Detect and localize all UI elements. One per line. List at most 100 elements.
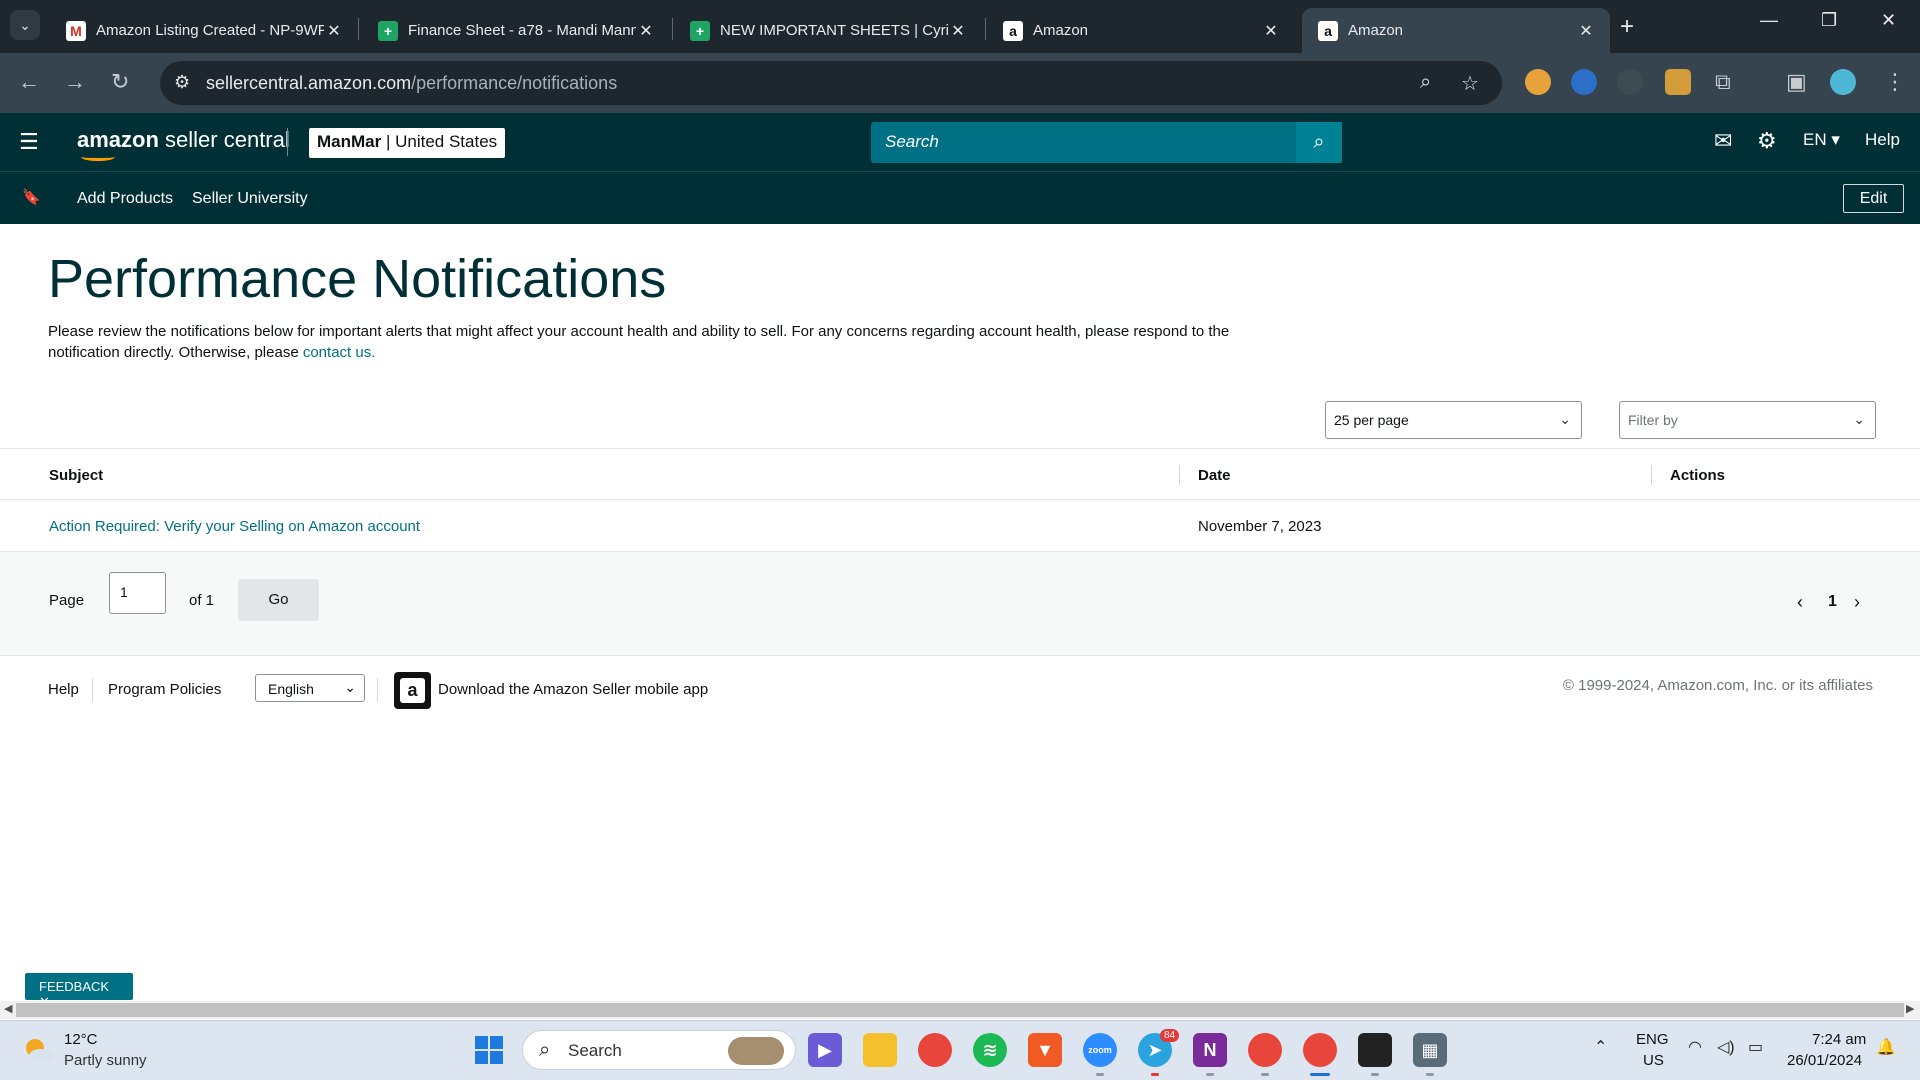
seller-central-logo[interactable]: amazon seller central <box>77 127 290 161</box>
gmail-icon: M <box>66 20 86 41</box>
chevron-right-icon[interactable]: › <box>1854 592 1860 613</box>
input-language[interactable]: ENG <box>1636 1031 1669 1048</box>
store-selector[interactable]: ManMar | United States <box>309 128 506 158</box>
add-products-link[interactable]: Add Products <box>77 190 173 208</box>
back-icon[interactable]: ← <box>18 69 40 95</box>
program-policies-link[interactable]: Program Policies <box>108 681 221 698</box>
site-info-icon[interactable]: ⚙ <box>174 72 190 93</box>
amazon-app-icon[interactable]: a <box>394 672 431 709</box>
help-link[interactable]: Help <box>1865 130 1900 150</box>
taskbar-search[interactable]: ⌕ Search <box>522 1030 796 1070</box>
weather-temp[interactable]: 12°C <box>64 1031 98 1048</box>
profile-avatar[interactable] <box>1830 69 1856 95</box>
sticky-notes-icon[interactable] <box>1358 1033 1392 1067</box>
chrome-profile-icon[interactable] <box>1303 1033 1337 1067</box>
teams-chat-icon[interactable]: ▶ <box>808 1033 842 1067</box>
browser-tab-active[interactable]: a Amazon ✕ <box>1302 8 1610 53</box>
language-selector[interactable]: EN ▾ <box>1803 130 1840 150</box>
address-bar[interactable]: ⚙ sellercentral.amazon.com/performance/n… <box>160 61 1502 105</box>
search-icon[interactable]: ⌕ <box>1296 122 1342 163</box>
contact-us-link[interactable]: contact us. <box>303 344 376 361</box>
tab-close-icon[interactable]: ✕ <box>1576 21 1596 41</box>
horizontal-scrollbar[interactable]: ◀ ▶ <box>0 1001 1920 1019</box>
chevron-up-icon[interactable]: ⌃ <box>1594 1037 1607 1057</box>
scroll-right-icon[interactable]: ▶ <box>1906 1002 1914 1015</box>
edit-bookmarks-button[interactable]: Edit <box>1843 184 1904 213</box>
onenote-icon[interactable]: N <box>1193 1033 1227 1067</box>
taskbar-search-label: Search <box>568 1041 622 1060</box>
extension-icon[interactable] <box>1665 69 1691 95</box>
tab-close-icon[interactable]: ✕ <box>1261 21 1281 41</box>
footer-help-link[interactable]: Help <box>48 681 79 698</box>
logo-rest: seller central <box>158 127 290 152</box>
extension-icon[interactable] <box>1617 69 1643 95</box>
seller-university-link[interactable]: Seller University <box>192 190 308 208</box>
partly-sunny-icon[interactable] <box>22 1035 54 1065</box>
column-subject[interactable]: Subject <box>49 467 103 484</box>
browser-tab[interactable]: M Amazon Listing Created - NP-9WP ✕ <box>50 8 358 53</box>
weather-desc[interactable]: Partly sunny <box>64 1052 147 1069</box>
extension-icon[interactable] <box>1525 69 1551 95</box>
tab-close-icon[interactable]: ✕ <box>636 21 656 41</box>
tab-close-icon[interactable]: ✕ <box>324 21 344 41</box>
current-page[interactable]: 1 <box>1828 593 1837 611</box>
battery-icon[interactable]: ▭ <box>1748 1037 1763 1057</box>
per-page-select[interactable]: 25 per page ⌄ <box>1325 401 1582 439</box>
window-close-icon[interactable]: ✕ <box>1881 10 1896 31</box>
volume-icon[interactable]: ◁) <box>1717 1037 1735 1057</box>
feedback-label: FEEDBACK <box>39 979 110 994</box>
restore-icon[interactable]: ❐ <box>1821 10 1837 31</box>
sheets-icon: + <box>690 20 710 41</box>
file-explorer-icon[interactable] <box>863 1033 897 1067</box>
tab-title: Amazon Listing Created - NP-9WP <box>96 22 324 39</box>
chrome-profile-icon[interactable] <box>1248 1033 1282 1067</box>
tab-close-icon[interactable]: ✕ <box>948 21 968 41</box>
running-indicator-active <box>1310 1073 1330 1076</box>
browser-tab[interactable]: + NEW IMPORTANT SHEETS | Cyril - ✕ <box>674 8 982 53</box>
reload-icon[interactable]: ↻ <box>111 69 129 95</box>
calculator-icon[interactable]: ▦ <box>1413 1033 1447 1067</box>
browser-tab[interactable]: + Finance Sheet - a78 - Mandi Mann ✕ <box>362 8 670 53</box>
notification-bell-icon[interactable]: 🔔 <box>1876 1037 1896 1057</box>
browser-tab[interactable]: a Amazon ✕ <box>987 8 1295 53</box>
forward-icon[interactable]: → <box>64 69 86 95</box>
mail-icon[interactable]: ✉ <box>1714 128 1732 154</box>
gear-icon[interactable]: ⚙ <box>1757 128 1777 154</box>
page-number-input[interactable]: 1 <box>109 572 166 614</box>
footer-language-select[interactable]: English ⌄ <box>255 674 365 702</box>
column-date[interactable]: Date <box>1198 467 1231 484</box>
zoom-icon[interactable]: zoom <box>1083 1033 1117 1067</box>
wifi-icon[interactable]: ◠ <box>1688 1037 1702 1057</box>
header-divider <box>287 128 288 156</box>
url-text[interactable]: sellercentral.amazon.com/performance/not… <box>206 73 617 94</box>
filter-select[interactable]: Filter by ⌄ <box>1619 401 1876 439</box>
scrollbar-thumb[interactable] <box>16 1003 1904 1017</box>
windows-start-icon[interactable] <box>472 1033 506 1067</box>
download-app-link[interactable]: Download the Amazon Seller mobile app <box>438 681 708 698</box>
notification-subject-link[interactable]: Action Required: Verify your Selling on … <box>49 518 420 535</box>
side-panel-icon[interactable]: ▣ <box>1786 69 1807 95</box>
bookmark-icon[interactable]: 🔖 <box>22 188 41 206</box>
clock-time[interactable]: 7:24 am <box>1812 1031 1866 1048</box>
clock-date[interactable]: 26/01/2024 <box>1787 1052 1862 1069</box>
bookmark-star-icon[interactable]: ☆ <box>1461 71 1479 96</box>
go-button[interactable]: Go <box>238 579 319 621</box>
chevron-left-icon[interactable]: ‹ <box>1797 592 1803 613</box>
page-label: Page <box>49 592 85 609</box>
scroll-left-icon[interactable]: ◀ <box>4 1002 12 1015</box>
search-input[interactable]: Search <box>871 122 1342 163</box>
tab-search-icon[interactable]: ⌄ <box>10 10 40 40</box>
new-tab-icon[interactable]: + <box>1620 13 1634 41</box>
spotify-icon[interactable]: ≋ <box>973 1033 1007 1067</box>
extensions-puzzle-icon[interactable]: ⧉ <box>1715 69 1731 95</box>
input-region[interactable]: US <box>1643 1052 1664 1069</box>
chrome-icon[interactable] <box>918 1033 952 1067</box>
browser-menu-icon[interactable]: ⋮ <box>1884 69 1906 95</box>
pagination: Page 1 of 1 Go ‹ 1 › <box>0 552 1920 656</box>
hamburger-menu-icon[interactable]: ☰ <box>19 129 39 155</box>
feedback-button[interactable]: FEEDBACK ✕ <box>25 973 133 1009</box>
brave-icon[interactable]: ▼ <box>1028 1033 1062 1067</box>
minimize-icon[interactable]: — <box>1760 10 1778 31</box>
extension-icon[interactable] <box>1571 69 1597 95</box>
zoom-icon[interactable]: ⌕ <box>1420 71 1431 94</box>
